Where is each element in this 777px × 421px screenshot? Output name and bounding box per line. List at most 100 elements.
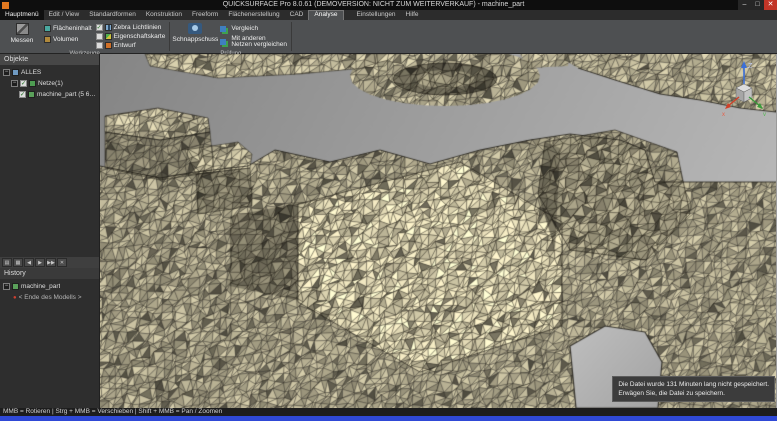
zebra-checkbox[interactable]: ✓ [96, 24, 103, 31]
visibility-checkbox[interactable]: ✓ [19, 91, 26, 98]
entwurf-checkbox-row[interactable]: ✓ Entwurf [96, 41, 166, 50]
tab-hilfe[interactable]: Hilfe [401, 10, 424, 20]
schnappschuss-button[interactable]: Schnappschuss [174, 21, 216, 43]
window-controls: – □ ✕ [738, 0, 777, 10]
tab-einstellungen[interactable]: Einstellungen [352, 10, 401, 20]
history-item-label: < Ende des Modells > [19, 294, 82, 301]
tab-standardformen[interactable]: Standardformen [84, 10, 141, 20]
expander-icon[interactable]: − [11, 80, 18, 87]
zebra-label: Zebra Lichtlinien [114, 24, 162, 31]
expander-icon[interactable]: − [3, 283, 10, 290]
flaecheninhalt-label: Flächeninhalt [53, 25, 92, 32]
tab-edit-view[interactable]: Edit / View [44, 10, 85, 20]
flaecheninhalt-button[interactable]: Flächeninhalt [44, 23, 92, 34]
end-marker-icon: ● [13, 295, 17, 301]
volumen-label: Volumen [53, 36, 78, 43]
zebra-lichtlinien-checkbox-row[interactable]: ✓ Zebra Lichtlinien [96, 23, 166, 32]
axis-label-y: y [763, 112, 766, 116]
maximize-button[interactable]: □ [751, 0, 764, 10]
mesh-icon [12, 283, 19, 290]
axis-label-z: Z [748, 63, 753, 70]
ribbon-tab-bar: Hauptmenü Edit / View Standardformen Kon… [0, 10, 777, 20]
expander-icon[interactable]: − [3, 69, 10, 76]
history-list-button[interactable]: ▤ [2, 258, 12, 267]
minimize-button[interactable]: – [738, 0, 751, 10]
history-item-end-of-model[interactable]: ● < Ende des Modells > [0, 292, 99, 303]
tab-hauptmenu[interactable]: Hauptmenü [0, 10, 44, 20]
tab-cad[interactable]: CAD [285, 10, 309, 20]
mesh-icon [28, 91, 35, 98]
tab-flaechenerstellung[interactable]: Flächenerstellung [223, 10, 284, 20]
ribbon-separator [291, 22, 292, 51]
volumen-button[interactable]: Volumen [44, 34, 92, 45]
area-volume-stack: Flächeninhalt Volumen [44, 21, 92, 45]
eigenschaftskarte-checkbox[interactable]: ✓ [96, 33, 103, 40]
tree-item-label: machine_part (5 651 304) [37, 91, 99, 98]
compare-stack: Vergleich Mit anderen Netzen vergleichen [220, 21, 287, 50]
mit-anderen-label: Mit anderen Netzen vergleichen [231, 36, 287, 49]
history-item-machine-part[interactable]: − machine_part [0, 281, 99, 292]
history-delete-button[interactable]: ✕ [57, 258, 67, 267]
schnappschuss-label: Schnappschuss [172, 36, 218, 43]
history-step-back-button[interactable]: ◀ [24, 258, 34, 267]
objects-panel-header: Objekte [0, 54, 99, 65]
eigenschaftskarte-label: Eigenschaftskarte [114, 33, 166, 40]
unsaved-notification: Die Datei wurde 131 Minuten lang nicht g… [612, 376, 775, 402]
history-toolbar: ▤ ▦ ◀ ▶ ▶▶ ✕ [0, 257, 99, 268]
messen-label: Messen [11, 37, 34, 44]
camera-icon [188, 23, 202, 34]
history-tree: − machine_part ● < Ende des Modells > [0, 279, 99, 408]
axis-label-x: x [722, 112, 725, 116]
tree-item-label: ALLES [21, 69, 41, 76]
volume-icon [44, 36, 51, 43]
mit-anderen-netzen-button[interactable]: Mit anderen Netzen vergleichen [220, 34, 287, 50]
mesh-group-icon [29, 80, 36, 87]
history-item-label: machine_part [21, 283, 60, 290]
ribbon-group-pruefung: Schnappschuss Vergleich Mit anderen Netz… [170, 20, 291, 53]
tree-item-alles[interactable]: − ALLES [0, 67, 99, 78]
window-title: QUICKSURFACE Pro 8.0.61 (DEMOVERSION: NI… [9, 0, 738, 10]
3d-viewport[interactable]: Z x y Die Datei wurde 131 Minuten lang n… [100, 54, 777, 408]
property-map-icon [105, 33, 112, 40]
draft-icon [105, 42, 112, 49]
left-panel-column: Objekte − ALLES − ✓ Netze(1) ✓ machine_p… [0, 54, 100, 408]
history-to-end-button[interactable]: ▶▶ [46, 258, 56, 267]
tree-item-label: Netze(1) [38, 80, 63, 87]
entwurf-checkbox[interactable]: ✓ [96, 42, 103, 49]
mesh-render-canvas[interactable] [100, 54, 776, 408]
display-checkbox-stack: ✓ Zebra Lichtlinien ✓ Eigenschaftskarte … [96, 21, 166, 50]
entwurf-label: Entwurf [114, 42, 136, 49]
tab-analyse[interactable]: Analyse [308, 10, 343, 20]
status-bar: MMB = Rotieren | Strg + MMB = Verschiebe… [0, 408, 777, 416]
zebra-stripes-icon [105, 24, 112, 31]
notification-line-1: Die Datei wurde 131 Minuten lang nicht g… [618, 380, 769, 389]
vergleich-label: Vergleich [231, 25, 258, 32]
tree-item-netze[interactable]: − ✓ Netze(1) [0, 78, 99, 89]
tree-item-machine-part[interactable]: ✓ machine_part (5 651 304) [0, 89, 99, 100]
close-button[interactable]: ✕ [764, 0, 777, 10]
ribbon-toolbar: Messen Flächeninhalt Volumen ✓ [0, 20, 777, 54]
tab-freeform[interactable]: Freeform [187, 10, 223, 20]
title-bar: QUICKSURFACE Pro 8.0.61 (DEMOVERSION: NI… [0, 0, 777, 10]
mouse-hints-text: MMB = Rotieren | Strg + MMB = Verschiebe… [3, 408, 222, 415]
history-step-forward-button[interactable]: ▶ [35, 258, 45, 267]
tab-konstruktion[interactable]: Konstruktion [141, 10, 187, 20]
taskbar-strip [0, 416, 777, 421]
objects-tree: − ALLES − ✓ Netze(1) ✓ machine_part (5 6… [0, 65, 99, 257]
surface-area-icon [44, 25, 51, 32]
notification-line-2: Erwägen Sie, die Datei zu speichern. [618, 389, 769, 398]
main-area: Objekte − ALLES − ✓ Netze(1) ✓ machine_p… [0, 54, 777, 408]
compare-icon [220, 26, 226, 32]
orientation-axes-widget[interactable]: Z x y [721, 58, 767, 116]
vergleich-button[interactable]: Vergleich [220, 23, 287, 34]
app-logo-icon [2, 2, 9, 9]
application-window: QUICKSURFACE Pro 8.0.61 (DEMOVERSION: NI… [0, 0, 777, 421]
visibility-checkbox[interactable]: ✓ [20, 80, 27, 87]
measure-icon [16, 23, 29, 35]
eigenschaftskarte-checkbox-row[interactable]: ✓ Eigenschaftskarte [96, 32, 166, 41]
history-panel-header: History [0, 268, 99, 279]
scene-icon [12, 69, 19, 76]
ribbon-group-werkzeuge: Messen Flächeninhalt Volumen ✓ [0, 20, 169, 53]
history-grid-button[interactable]: ▦ [13, 258, 23, 267]
messen-button[interactable]: Messen [4, 21, 40, 44]
